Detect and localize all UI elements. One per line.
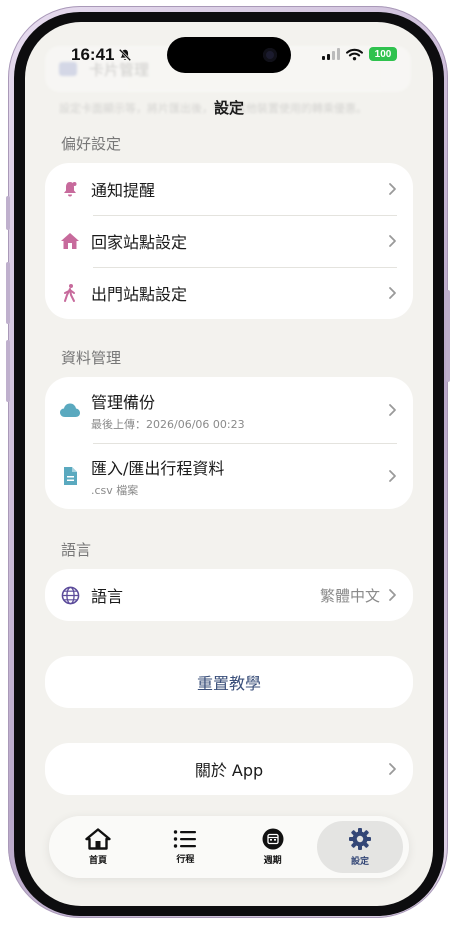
tab-label: 週期 [263, 856, 282, 866]
language-value: 繁體中文 [319, 586, 380, 605]
camera-icon [263, 48, 277, 62]
chevron-right-icon [389, 763, 396, 775]
about-app-label: 關於 App [194, 761, 264, 780]
tab-itinerary[interactable]: 行程 [142, 821, 228, 873]
settings-row-label: 匯入/匯出行程資料 [91, 458, 225, 478]
house-icon [85, 828, 111, 850]
status-time: 16:41 [71, 45, 115, 64]
settings-row-departure-station[interactable]: 出門站點設定 [45, 267, 413, 319]
chevron-right-icon [389, 287, 396, 299]
home-icon [59, 230, 81, 252]
tab-label: 行程 [176, 855, 195, 865]
power-button [446, 290, 450, 382]
screen: 卡片管理 設定卡面顯示等，將片匯出後，可在其他裝置使用的轉乘優惠。 16:41 … [25, 22, 433, 906]
preferences-card: 通知提醒 回家站點設定 出門站點設定 [45, 163, 413, 319]
tab-home[interactable]: 首頁 [55, 821, 141, 873]
data-management-card: 管理備份 最後上傳：2026/06/06 00:23 匯入/匯出行程資料 .cs… [45, 377, 413, 509]
bell-icon [59, 178, 81, 200]
page-title: 設定 [213, 99, 244, 117]
settings-row-label: 出門站點設定 [91, 285, 188, 304]
about-app-button[interactable]: 關於 App [45, 743, 413, 795]
walking-icon [59, 282, 81, 304]
settings-row-import-export[interactable]: 匯入/匯出行程資料 .csv 檔案 [45, 443, 413, 509]
chevron-right-icon [389, 470, 396, 482]
import-export-file-type: .csv 檔案 [91, 483, 139, 497]
list-icon [174, 830, 197, 848]
chevron-right-icon [389, 183, 396, 195]
section-header-preferences: 偏好設定 [61, 135, 122, 153]
section-header-language: 語言 [61, 541, 92, 559]
tab-cycle[interactable]: 週期 [230, 821, 316, 873]
language-card: 語言 繁體中文 [45, 569, 413, 621]
tab-bar: 首頁 行程 週期 設定 [49, 816, 409, 878]
document-icon [59, 465, 81, 487]
bell-off-icon [118, 48, 132, 62]
tab-settings[interactable]: 設定 [316, 821, 403, 873]
chevron-right-icon [389, 589, 396, 601]
chevron-right-icon [389, 235, 396, 247]
settings-row-backup[interactable]: 管理備份 最後上傳：2026/06/06 00:23 [45, 377, 413, 443]
globe-icon [59, 584, 81, 606]
settings-row-home-station[interactable]: 回家站點設定 [45, 215, 413, 267]
volume-up-button [6, 262, 10, 324]
cloud-icon [59, 399, 81, 421]
section-header-data-management: 資料管理 [61, 349, 122, 367]
dynamic-island [167, 37, 291, 73]
settings-row-label: 回家站點設定 [91, 233, 188, 252]
calendar-icon [262, 828, 284, 850]
settings-row-label: 語言 [91, 587, 124, 606]
tab-label: 首頁 [88, 856, 107, 866]
action-button [6, 196, 10, 230]
backup-last-upload: 最後上傳：2026/06/06 00:23 [91, 417, 245, 431]
status-indicators: 100 [322, 47, 397, 61]
settings-row-notifications[interactable]: 通知提醒 [45, 163, 413, 215]
volume-down-button [6, 340, 10, 402]
tab-label: 設定 [350, 857, 369, 867]
settings-row-language[interactable]: 語言 繁體中文 [45, 569, 413, 621]
reset-tutorial-button[interactable]: 重置教學 [45, 656, 413, 708]
wifi-icon [346, 48, 363, 60]
settings-row-label: 管理備份 [91, 392, 156, 412]
gear-icon [348, 828, 371, 850]
chevron-right-icon [389, 404, 396, 416]
battery-indicator: 100 [369, 47, 397, 61]
reset-tutorial-label: 重置教學 [196, 674, 261, 693]
settings-row-label: 通知提醒 [91, 181, 156, 200]
signal-icon [322, 48, 340, 60]
